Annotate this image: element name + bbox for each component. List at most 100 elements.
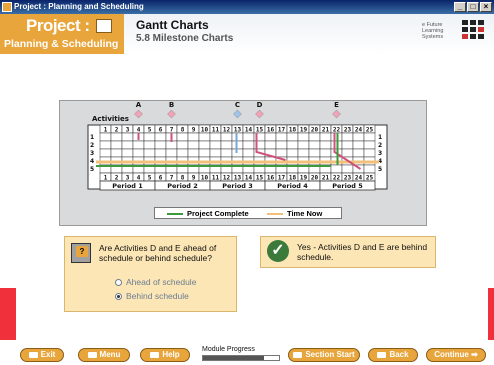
week-label-bottom: 15 <box>256 174 264 181</box>
week-label-bottom: 6 <box>159 174 163 181</box>
grid-cell <box>176 140 189 150</box>
grid-cell <box>143 140 156 150</box>
week-label-top: 22 <box>333 126 341 133</box>
week-label-top: 10 <box>201 126 209 133</box>
week-label-top: 17 <box>278 126 286 133</box>
week-label-top: 9 <box>192 126 196 133</box>
week-label-bottom: 7 <box>170 174 174 181</box>
logo: Project : Planning & Scheduling <box>0 14 124 54</box>
week-label-bottom: 4 <box>137 174 141 181</box>
grid-cell <box>286 132 299 142</box>
row-label-left: 2 <box>90 142 94 149</box>
legend-time-now-swatch <box>267 213 283 215</box>
week-label-bottom: 21 <box>322 174 330 181</box>
week-label-top: 20 <box>311 126 319 133</box>
radio-behind[interactable] <box>115 293 122 300</box>
minimize-icon[interactable]: _ <box>454 2 466 12</box>
question-panel: ? Are Activities D and E ahead of schedu… <box>64 236 237 312</box>
legend-time-now-label: Time Now <box>287 209 323 218</box>
week-label-top: 11 <box>212 126 220 133</box>
milestone-label-c: C <box>235 101 240 109</box>
option-ahead[interactable]: Ahead of schedule <box>115 277 196 287</box>
grid-cell <box>286 148 299 158</box>
grid-cell <box>242 132 255 142</box>
menu-icon <box>87 351 97 358</box>
week-label-top: 21 <box>322 126 330 133</box>
week-label-top: 24 <box>355 126 363 133</box>
grid-cell <box>275 132 288 142</box>
week-label-bottom: 9 <box>192 174 196 181</box>
period-label: Period 3 <box>222 182 253 190</box>
grid-cell <box>165 140 178 150</box>
week-label-top: 25 <box>366 126 374 133</box>
page-subtitle: 5.8 Milestone Charts <box>136 33 234 44</box>
question-icon: ? <box>71 243 91 263</box>
period-label: Period 2 <box>167 182 198 190</box>
exit-button[interactable]: Exit <box>20 348 64 362</box>
grid-cell <box>209 132 222 142</box>
week-label-bottom: 1 <box>104 174 108 181</box>
row-label-left: 1 <box>90 134 94 141</box>
week-label-bottom: 22 <box>333 174 341 181</box>
week-label-bottom: 20 <box>311 174 319 181</box>
grid-cell <box>187 148 200 158</box>
row-label-right: 2 <box>378 142 382 149</box>
grid-cell <box>110 140 123 150</box>
module-progress-fill <box>203 356 264 360</box>
grid-cell <box>264 132 277 142</box>
grid-cell <box>154 148 167 158</box>
week-label-bottom: 24 <box>355 174 363 181</box>
section-start-icon <box>293 351 303 358</box>
week-label-top: 4 <box>137 126 141 133</box>
grid-cell <box>308 132 321 142</box>
grid-cell <box>187 132 200 142</box>
section-start-button[interactable]: Section Start <box>288 348 360 362</box>
week-label-bottom: 8 <box>181 174 185 181</box>
grid-cell <box>165 148 178 158</box>
arrow-right-icon: ➡ <box>471 350 478 359</box>
grid-cell <box>275 148 288 158</box>
continue-button[interactable]: Continue ➡ <box>426 348 486 362</box>
grid-cell <box>176 132 189 142</box>
week-label-top: 14 <box>245 126 253 133</box>
page-title: Gantt Charts <box>136 18 209 32</box>
help-button[interactable]: Help <box>140 348 190 362</box>
milestone-diamond-c <box>233 109 242 119</box>
week-label-top: 8 <box>181 126 185 133</box>
grid-cell <box>242 140 255 150</box>
close-icon[interactable]: × <box>480 2 492 12</box>
row-label-left: 5 <box>90 166 94 173</box>
back-icon <box>377 351 387 358</box>
grid-cell <box>154 132 167 142</box>
legend-project-complete-swatch <box>167 213 183 215</box>
grid-cell <box>341 164 354 174</box>
grid-cell <box>198 132 211 142</box>
milestone-label-e: E <box>334 101 339 109</box>
decorative-red-bar-right <box>488 288 494 340</box>
grid-cell <box>319 132 332 142</box>
check-icon: ✓ <box>267 240 289 262</box>
grid-cell <box>176 148 189 158</box>
grid-cell <box>341 132 354 142</box>
week-label-bottom: 12 <box>223 174 231 181</box>
menu-button[interactable]: Menu <box>78 348 130 362</box>
grid-cell <box>341 148 354 158</box>
grid-cell <box>209 148 222 158</box>
maximize-icon[interactable]: □ <box>467 2 479 12</box>
grid-cell <box>319 148 332 158</box>
logo-subtitle: Planning & Scheduling <box>4 38 119 50</box>
footer-nav: Exit Menu Help Module Progress Section S… <box>0 345 494 365</box>
row-label-left: 3 <box>90 150 94 157</box>
back-button[interactable]: Back <box>368 348 418 362</box>
brand-text: e Future Learning Systems <box>422 22 444 40</box>
grid-cell <box>121 140 134 150</box>
grid-cell <box>198 148 211 158</box>
help-icon <box>150 351 160 358</box>
week-label-top: 19 <box>300 126 308 133</box>
radio-ahead[interactable] <box>115 279 122 286</box>
week-label-bottom: 10 <box>201 174 209 181</box>
option-behind[interactable]: Behind schedule <box>115 291 189 301</box>
week-label-bottom: 2 <box>115 174 119 181</box>
grid-cell <box>132 148 145 158</box>
milestone-chart-panel: Activities A B C D E 1 2 3 4 5 6 7 8 9 10 11 12 13 14 15 16 17… <box>59 100 427 226</box>
